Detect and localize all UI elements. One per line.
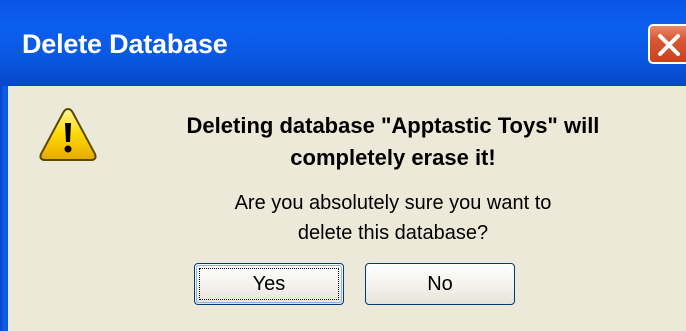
window-frame-left [0, 86, 8, 331]
confirm-question-line-1: Are you absolutely sure you want to [234, 192, 552, 214]
confirm-question: Are you absolutely sure you want to dele… [100, 188, 686, 248]
title-bar[interactable]: Delete Database [0, 0, 686, 86]
yes-button-label: Yes [252, 273, 286, 295]
confirm-question-line-2: delete this database? [297, 222, 489, 244]
warning-message-line-2: completely erase it! [290, 145, 496, 170]
no-button-label: No [427, 273, 453, 295]
dialog-window: Delete Database Deleting database "Appta… [0, 0, 686, 331]
warning-message-line-1: Deleting database "Apptastic Toys" will [186, 113, 600, 138]
window-title: Delete Database [22, 29, 228, 59]
yes-button[interactable]: Yes [194, 263, 344, 305]
warning-icon [36, 104, 100, 164]
close-icon [658, 34, 680, 56]
warning-message: Deleting database "Apptastic Toys" will … [100, 110, 686, 174]
no-button[interactable]: No [365, 263, 515, 305]
close-button[interactable] [648, 24, 686, 64]
